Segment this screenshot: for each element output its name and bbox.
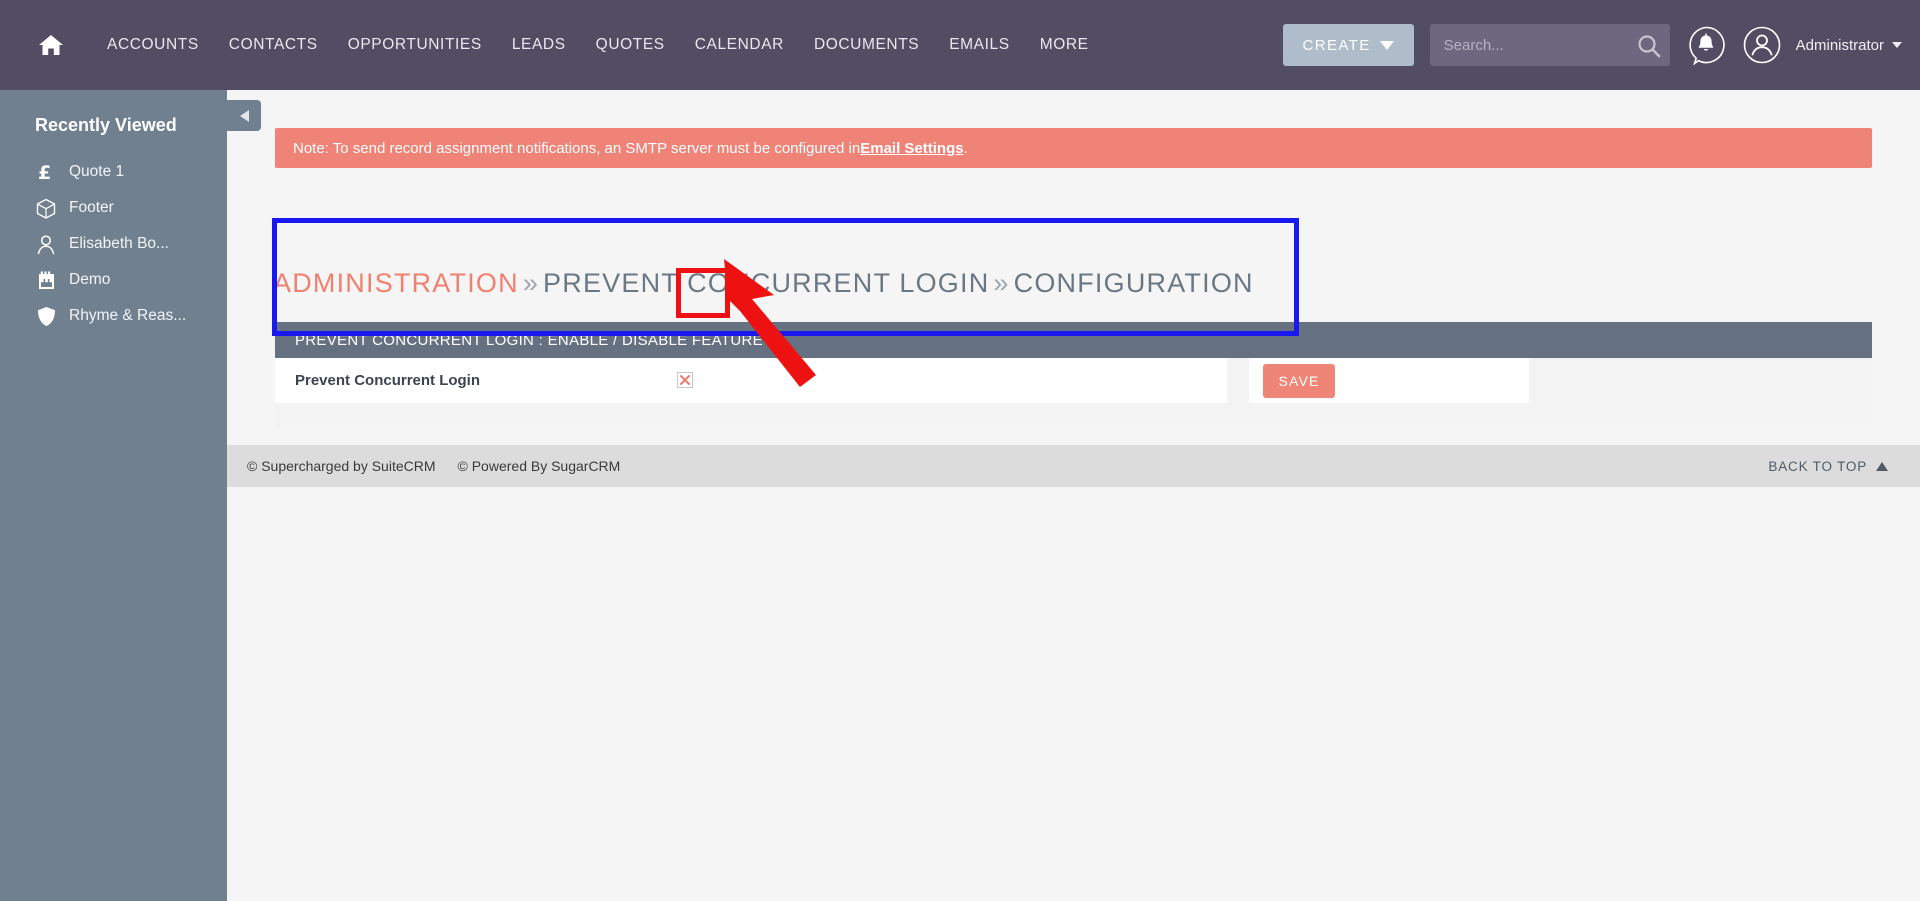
page-title: CONFIGURATION [1013, 268, 1254, 298]
sidebar-item-label: Demo [69, 271, 111, 288]
cube-icon [35, 197, 57, 219]
home-icon[interactable] [38, 33, 64, 57]
breadcrumb: ADMINISTRATION» PREVENT CONCURRENT LOGIN»… [273, 268, 1254, 299]
back-to-top-label: BACK TO TOP [1768, 458, 1867, 474]
sidebar-item-rhyme-reason[interactable]: Rhyme & Reas... [0, 298, 227, 334]
building-icon [35, 269, 57, 291]
footer-copy-suitecrm: © Supercharged by SuiteCRM [247, 458, 436, 474]
sidebar-item-label: Rhyme & Reas... [69, 307, 187, 324]
avatar[interactable] [1742, 25, 1782, 65]
sidebar-item-quote-1[interactable]: £ Quote 1 [0, 154, 227, 190]
main-content: Note: To send record assignment notifica… [227, 90, 1920, 901]
chevron-down-icon [1892, 42, 1902, 48]
config-panel: PREVENT CONCURRENT LOGIN : ENABLE / DISA… [275, 322, 1872, 427]
prevent-concurrent-login-checkbox[interactable] [677, 371, 693, 388]
create-button-label: CREATE [1302, 36, 1371, 54]
svg-text:£: £ [38, 162, 51, 182]
user-menu-label: Administrator [1795, 36, 1884, 54]
breadcrumb-prevent-concurrent-login[interactable]: PREVENT CONCURRENT LOGIN [543, 268, 989, 298]
breadcrumb-separator: » [522, 268, 540, 298]
shield-icon [35, 305, 57, 327]
notifications-bell-icon[interactable] [1686, 25, 1726, 66]
config-table: Prevent Concurrent Login SAVE [275, 358, 1872, 403]
breadcrumb-administration[interactable]: ADMINISTRATION [273, 268, 519, 298]
sidebar-item-label: Elisabeth Bo... [69, 235, 169, 252]
nav-item-opportunities[interactable]: OPPORTUNITIES [333, 0, 497, 90]
chevron-up-icon [1876, 461, 1888, 471]
sidebar-collapse-toggle[interactable] [227, 100, 261, 131]
sidebar-item-label: Footer [69, 199, 114, 216]
email-settings-link[interactable]: Email Settings [860, 140, 963, 157]
nav-item-leads[interactable]: LEADS [497, 0, 581, 90]
sidebar-item-demo[interactable]: Demo [0, 262, 227, 298]
search-input[interactable] [1429, 24, 1670, 66]
nav-item-documents[interactable]: DOCUMENTS [799, 0, 934, 90]
prevent-concurrent-login-label: Prevent Concurrent Login [275, 358, 667, 403]
pound-icon: £ [35, 161, 57, 183]
back-to-top-button[interactable]: BACK TO TOP [1768, 459, 1888, 474]
nav-item-more[interactable]: MORE [1025, 0, 1104, 90]
nav-item-contacts[interactable]: CONTACTS [214, 0, 333, 90]
smtp-warning-banner: Note: To send record assignment notifica… [275, 128, 1872, 168]
top-navigation-bar: ACCOUNTS CONTACTS OPPORTUNITIES LEADS QU… [0, 0, 1920, 90]
footer-copyright: © Supercharged by SuiteCRM © Powered By … [227, 458, 620, 474]
nav-item-quotes[interactable]: QUOTES [581, 0, 680, 90]
nav-item-accounts[interactable]: ACCOUNTS [92, 0, 214, 90]
close-icon [680, 374, 690, 385]
nav-item-calendar[interactable]: CALENDAR [680, 0, 799, 90]
save-cell: SAVE [1249, 358, 1529, 403]
person-icon [35, 233, 57, 255]
primary-nav-links: ACCOUNTS CONTACTS OPPORTUNITIES LEADS QU… [0, 0, 1104, 90]
panel-bottom-strip [275, 403, 1872, 427]
create-button[interactable]: CREATE [1282, 24, 1414, 66]
page-footer: © Supercharged by SuiteCRM © Powered By … [227, 445, 1920, 487]
table-gap-cell [1227, 358, 1249, 403]
chevron-down-icon [1379, 40, 1394, 50]
sidebar-heading: Recently Viewed [35, 115, 177, 135]
alert-text-after: . [963, 139, 968, 157]
sidebar-item-footer[interactable]: Footer [0, 190, 227, 226]
sidebar-item-label: Quote 1 [69, 163, 125, 180]
sidebar-item-elisabeth[interactable]: Elisabeth Bo... [0, 226, 227, 262]
save-button[interactable]: SAVE [1263, 363, 1335, 398]
recently-viewed-list: £ Quote 1 Footer Elisabeth Bo... Demo Rh… [0, 154, 227, 334]
chevron-left-icon [239, 109, 249, 122]
prevent-concurrent-login-checkbox-cell [667, 358, 1227, 403]
footer-copy-sugarcrm: © Powered By SugarCRM [457, 458, 621, 474]
nav-item-emails[interactable]: EMAILS [934, 0, 1024, 90]
alert-text-before: Note: To send record assignment notifica… [293, 139, 861, 157]
panel-header: PREVENT CONCURRENT LOGIN : ENABLE / DISA… [275, 322, 1872, 358]
table-filler-cell [1529, 358, 1872, 403]
nav-right-cluster: CREATE Search... Administrator [1282, 0, 1902, 90]
user-menu[interactable]: Administrator [1796, 37, 1902, 54]
sidebar: Recently Viewed £ Quote 1 Footer Elisabe… [0, 90, 227, 901]
table-row: Prevent Concurrent Login SAVE [275, 358, 1872, 403]
breadcrumb-separator: » [993, 268, 1010, 298]
search-icon[interactable] [1636, 33, 1662, 59]
search-box [1429, 24, 1670, 66]
